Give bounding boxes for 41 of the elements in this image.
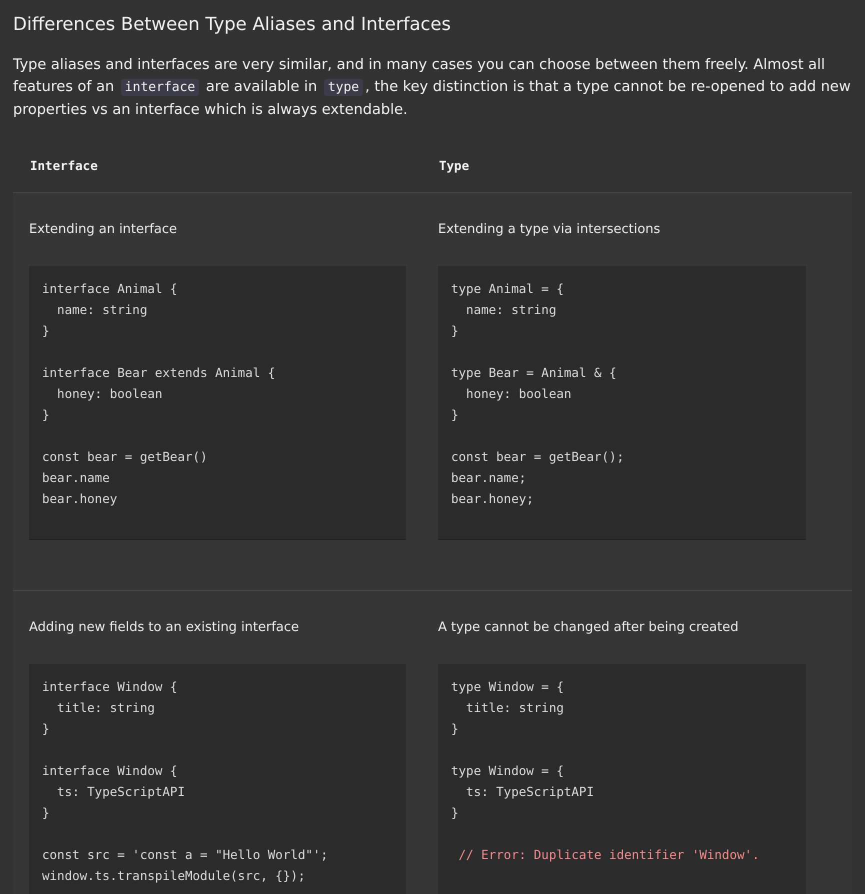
- code-line: type Window = {: [451, 762, 564, 780]
- error-comment: // Error: Duplicate identifier 'Window'.: [458, 846, 760, 864]
- code-line: interface Animal {: [42, 280, 178, 298]
- code-line: name: string: [56, 301, 148, 319]
- code-line: type Bear = Animal & {: [451, 364, 617, 382]
- code-line: title: string: [465, 699, 564, 717]
- code-line: bear.name;: [451, 469, 526, 487]
- code-line: bear.honey: [42, 490, 118, 508]
- code-line: }: [451, 406, 459, 424]
- code-line: const src = 'const a = "Hello World"';: [42, 846, 328, 864]
- code-line: const bear = getBear(): [42, 448, 208, 466]
- row-label: Extending an interface: [29, 221, 178, 239]
- code-line: bear.name: [42, 469, 110, 487]
- code-line: name: string: [465, 301, 556, 319]
- code-line: ts: TypeScriptAPI: [465, 783, 594, 801]
- code-line: window.ts.transpileModule(src, {});: [42, 867, 306, 885]
- code-line: }: [42, 322, 50, 340]
- code-line: }: [42, 804, 50, 822]
- column-header: Interface: [30, 158, 98, 173]
- code-line: }: [451, 720, 459, 738]
- row-label: Extending a type via intersections: [438, 221, 660, 239]
- code-line: type Animal = {: [451, 280, 564, 298]
- row-label: A type cannot be changed after being created: [438, 619, 738, 637]
- row-label: Adding new fields to an existing interface: [29, 619, 300, 637]
- code-line: ts: TypeScriptAPI: [56, 783, 185, 801]
- code-line: interface Window {: [42, 762, 178, 780]
- code-line: bear.honey;: [451, 490, 534, 508]
- code-line: const bear = getBear();: [451, 448, 624, 466]
- code-line: honey: boolean: [56, 385, 162, 403]
- code-line: honey: boolean: [465, 385, 572, 403]
- section-heading: Differences Between Type Aliases and Interfaces: [13, 13, 451, 37]
- code-line: interface Window {: [42, 678, 178, 696]
- code-line: title: string: [56, 699, 155, 717]
- column-header: Type: [439, 158, 470, 173]
- code-line: }: [42, 406, 50, 424]
- intro-paragraph: Type aliases and interfaces are very similar, and in many cases you can choose between them freely. Almost all features of an interface are available in type , the key distinction is that a type cannot be re-opened to add new properties vs an interface which is always extendable.: [13, 56, 852, 120]
- code-line: }: [42, 720, 50, 738]
- code-line: interface Bear extends Animal {: [42, 364, 276, 382]
- code-line: }: [451, 322, 459, 340]
- code-line: }: [451, 804, 459, 822]
- code-line: type Window = {: [451, 678, 564, 696]
